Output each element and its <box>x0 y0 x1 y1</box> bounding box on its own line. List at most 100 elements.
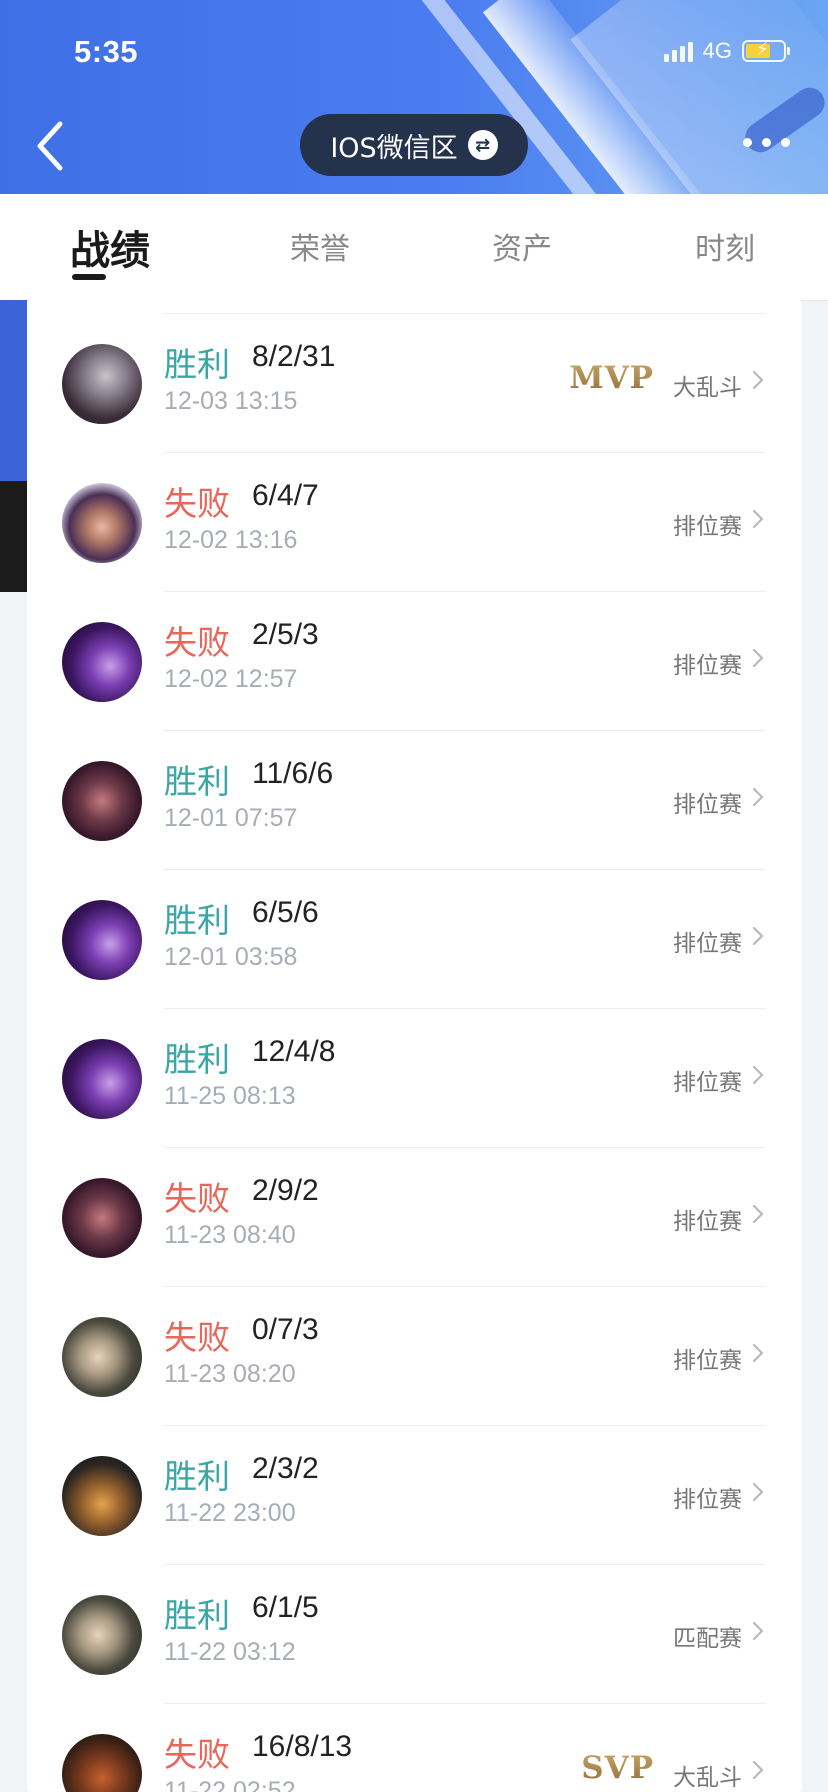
chevron-right-icon <box>752 1065 764 1085</box>
region-switch-button[interactable]: IOS微信区 ⇄ <box>300 114 528 176</box>
match-result: 失败 <box>164 1735 230 1774</box>
match-result: 胜利 <box>164 1040 230 1079</box>
champion-avatar-akali <box>62 761 142 841</box>
match-result: 胜利 <box>164 345 230 384</box>
tab-assets[interactable]: 资产 <box>492 224 552 268</box>
match-result: 胜利 <box>164 1596 230 1635</box>
performance-badge: MVP <box>569 360 654 396</box>
chevron-right-icon <box>752 1621 764 1641</box>
performance-badge: SVP <box>581 1750 654 1786</box>
chevron-right-icon <box>752 1760 764 1780</box>
back-button[interactable] <box>32 118 72 174</box>
more-dot-icon <box>762 138 771 147</box>
match-mode: 大乱斗 <box>673 1765 742 1791</box>
match-time: 11-22 02:52 <box>164 1777 296 1792</box>
champion-avatar-ezreal <box>62 344 142 424</box>
champion-avatar-renekton <box>62 1734 142 1792</box>
tab-moments[interactable]: 时刻 <box>695 224 755 268</box>
match-kda: 2/5/3 <box>252 618 319 651</box>
match-time: 11-23 08:20 <box>164 1360 296 1388</box>
match-kda: 6/1/5 <box>252 1591 319 1624</box>
battery-icon: ⚡ <box>742 39 790 62</box>
match-row[interactable]: 胜利 8/2/31 12-03 13:15 MVP 大乱斗 <box>27 314 802 453</box>
match-mode: 排位赛 <box>673 792 742 818</box>
champion-avatar-purple <box>62 1039 142 1119</box>
active-tab-indicator <box>72 274 106 280</box>
network-type: 4G <box>702 38 732 63</box>
match-mode: 匹配赛 <box>673 1626 742 1652</box>
match-row[interactable]: 胜利 11/6/6 12-01 07:57 排位赛 <box>27 731 802 870</box>
match-row[interactable]: 失败 2/9/2 11-23 08:40 排位赛 <box>27 1148 802 1287</box>
match-result: 胜利 <box>164 1457 230 1496</box>
chevron-right-icon <box>752 370 764 390</box>
match-mode: 排位赛 <box>673 653 742 679</box>
match-mode: 排位赛 <box>673 1487 742 1513</box>
tab-bar: 战绩 荣誉 资产 时刻 <box>0 194 828 301</box>
tab-honor[interactable]: 荣誉 <box>290 224 350 268</box>
chevron-right-icon <box>752 926 764 946</box>
match-kda: 2/9/2 <box>252 1174 319 1207</box>
match-result: 胜利 <box>164 901 230 940</box>
match-kda: 2/3/2 <box>252 1452 319 1485</box>
champion-avatar-akali <box>62 1178 142 1258</box>
match-time: 12-01 07:57 <box>164 804 298 832</box>
match-time: 12-01 03:58 <box>164 943 298 971</box>
champion-avatar-purple <box>62 622 142 702</box>
match-mode: 排位赛 <box>673 1348 742 1374</box>
swap-icon: ⇄ <box>467 130 498 160</box>
match-mode: 排位赛 <box>673 931 742 957</box>
match-mode: 大乱斗 <box>673 375 742 401</box>
status-indicators: 4G ⚡ <box>663 38 790 64</box>
champion-avatar-irelia <box>62 483 142 563</box>
match-kda: 12/4/8 <box>252 1035 336 1068</box>
match-result: 失败 <box>164 623 230 662</box>
match-kda: 11/6/6 <box>252 757 334 790</box>
champion-avatar-riven <box>62 1317 142 1397</box>
match-row[interactable]: 胜利 12/4/8 11-25 08:13 排位赛 <box>27 1009 802 1148</box>
match-mode: 排位赛 <box>673 1209 742 1235</box>
more-button[interactable] <box>743 138 790 147</box>
match-row[interactable]: 失败 0/7/3 11-23 08:20 排位赛 <box>27 1287 802 1426</box>
chevron-right-icon <box>752 1204 764 1224</box>
region-label: IOS微信区 <box>330 132 458 164</box>
signal-icon <box>663 40 693 62</box>
match-row[interactable]: 失败 16/8/13 11-22 02:52 SVP 大乱斗 <box>27 1704 802 1792</box>
match-time: 12-02 13:16 <box>164 526 298 554</box>
match-row[interactable]: 失败 6/4/7 12-02 13:16 排位赛 <box>27 453 802 592</box>
match-result: 失败 <box>164 1179 230 1218</box>
champion-avatar-riven <box>62 1595 142 1675</box>
match-time: 11-25 08:13 <box>164 1082 296 1110</box>
match-row[interactable]: 失败 2/5/3 12-02 12:57 排位赛 <box>27 592 802 731</box>
match-time: 12-02 12:57 <box>164 665 298 693</box>
chevron-right-icon <box>752 509 764 529</box>
match-mode: 排位赛 <box>673 514 742 540</box>
match-kda: 16/8/13 <box>252 1730 353 1763</box>
match-kda: 6/5/6 <box>252 896 319 929</box>
more-dot-icon <box>781 138 790 147</box>
match-row[interactable]: 胜利 2/3/2 11-22 23:00 排位赛 <box>27 1426 802 1565</box>
status-time: 5:35 <box>74 34 139 69</box>
match-row[interactable]: 胜利 6/1/5 11-22 03:12 匹配赛 <box>27 1565 802 1704</box>
match-list: 胜利 8/2/31 12-03 13:15 MVP 大乱斗 失败 6/4/7 12-02 13… <box>27 300 802 1792</box>
match-result: 失败 <box>164 1318 230 1357</box>
chevron-left-icon <box>37 121 63 171</box>
match-row[interactable]: 胜利 6/5/6 12-01 03:58 排位赛 <box>27 870 802 1009</box>
match-result: 胜利 <box>164 762 230 801</box>
match-time: 12-03 13:15 <box>164 387 298 415</box>
match-kda: 6/4/7 <box>252 479 319 512</box>
match-result: 失败 <box>164 484 230 523</box>
match-kda: 0/7/3 <box>252 1313 319 1346</box>
chevron-right-icon <box>752 787 764 807</box>
match-mode: 排位赛 <box>673 1070 742 1096</box>
tab-record[interactable]: 战绩 <box>70 218 150 276</box>
match-history-page: 5:35 4G ⚡ IOS微信区 ⇄ 战绩 荣誉 资产 时刻 胜利 8/2/31… <box>0 0 828 1792</box>
chevron-right-icon <box>752 1482 764 1502</box>
match-time: 11-22 03:12 <box>164 1638 296 1666</box>
match-time: 11-22 23:00 <box>164 1499 296 1527</box>
more-dot-icon <box>743 138 752 147</box>
header-bar: 5:35 4G ⚡ IOS微信区 ⇄ <box>0 0 828 194</box>
chevron-right-icon <box>752 1343 764 1363</box>
champion-avatar-olaf <box>62 1456 142 1536</box>
champion-avatar-purple <box>62 900 142 980</box>
match-time: 11-23 08:40 <box>164 1221 296 1249</box>
